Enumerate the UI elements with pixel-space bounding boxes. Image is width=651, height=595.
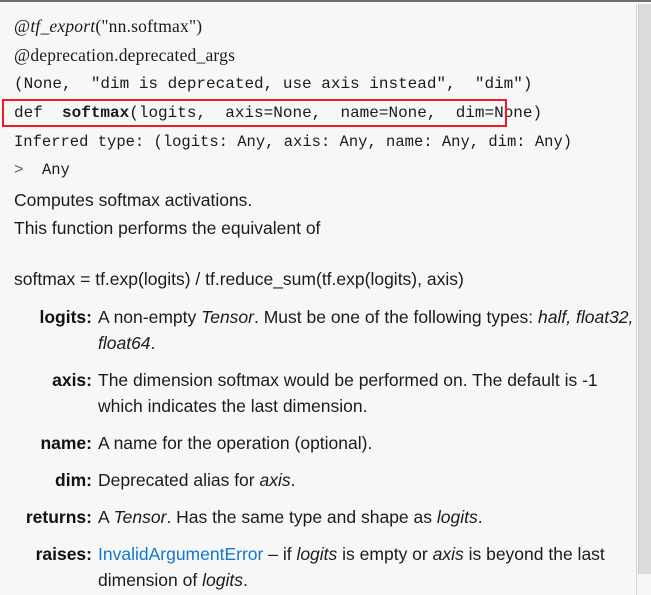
invalid-argument-error-link[interactable]: InvalidArgumentError xyxy=(98,544,263,564)
param-row-axis: axis: The dimension softmax would be per… xyxy=(0,367,637,419)
param-desc-name: A name for the operation (optional). xyxy=(98,433,373,453)
param-row-logits: logits: A non-empty Tensor. Must be one … xyxy=(0,304,637,356)
param-desc-logits-part1: A non-empty xyxy=(98,307,202,327)
decorator-tf-export-args: ("nn.softmax") xyxy=(95,16,203,36)
param-row-name: name: A name for the operation (optional… xyxy=(0,430,637,456)
param-desc-returns-part3: . xyxy=(477,507,483,527)
param-desc-raises-italic1: logits xyxy=(296,544,338,564)
param-row-dim: dim: Deprecated alias for axis. xyxy=(0,467,637,493)
param-desc-returns-italic1: Tensor xyxy=(113,507,167,527)
parameter-list: logits: A non-empty Tensor. Must be one … xyxy=(0,304,637,593)
param-desc-axis: The dimension softmax would be performed… xyxy=(98,370,598,416)
inferred-type-line: Inferred type: (logits: Any, axis: Any, … xyxy=(14,133,573,151)
param-desc-returns-part2: . Has the same type and shape as xyxy=(166,507,437,527)
param-desc-raises-part2: is empty or xyxy=(337,544,433,564)
decorator-tf-export-name: tf_export xyxy=(30,16,96,36)
decorator-deprecation-args-line: (None, "dim is deprecated, use axis inst… xyxy=(14,75,533,93)
documentation-popup: @tf_export("nn.softmax") @deprecation.de… xyxy=(0,0,651,595)
param-label-raises: raises: xyxy=(35,544,92,564)
decorator-deprecation-line: @deprecation.deprecated_args xyxy=(14,45,236,65)
param-label-returns: returns: xyxy=(25,507,92,527)
param-desc-dim-part2: . xyxy=(290,470,296,490)
return-type-value: Any xyxy=(41,161,70,179)
vertical-scrollbar[interactable] xyxy=(637,4,651,595)
param-label-dim: dim: xyxy=(55,470,92,490)
description-line-1: Computes softmax activations. xyxy=(14,190,253,210)
def-spacer xyxy=(43,104,62,122)
description-line-2: This function performs the equivalent of xyxy=(14,218,321,238)
def-parameter-list: (logits, axis=None, name=None, dim=None) xyxy=(129,104,543,122)
def-function-name: softmax xyxy=(62,104,130,122)
param-row-raises: raises: InvalidArgumentError – if logits… xyxy=(0,541,637,593)
def-keyword: def xyxy=(14,104,43,122)
param-desc-logits: A non-empty Tensor. Must be one of the f… xyxy=(92,304,637,356)
scrollbar-track[interactable] xyxy=(638,4,651,574)
doc-content: @tf_export("nn.softmax") @deprecation.de… xyxy=(0,4,637,593)
decorator-at-symbol: @ xyxy=(14,16,31,36)
param-label-axis: axis: xyxy=(52,370,92,390)
param-desc-raises-part1: – if xyxy=(263,544,297,564)
param-desc-returns: A Tensor. Has the same type and shape as… xyxy=(92,504,637,530)
def-signature-line: def softmax(logits, axis=None, name=None… xyxy=(14,99,637,128)
chevron-right-icon[interactable]: > xyxy=(14,161,23,178)
param-row-returns: returns: A Tensor. Has the same type and… xyxy=(0,504,637,530)
param-desc-raises-italic3: logits xyxy=(202,570,243,590)
param-desc-logits-italic1: Tensor xyxy=(201,307,254,327)
param-desc-raises: InvalidArgumentError – if logits is empt… xyxy=(92,541,637,593)
def-line-wrapper: def softmax(logits, axis=None, name=None… xyxy=(2,99,637,128)
param-label-logits: logits: xyxy=(39,307,93,327)
param-desc-raises-italic2: axis xyxy=(432,544,464,564)
param-desc-returns-italic2: logits xyxy=(436,507,478,527)
param-desc-logits-part2: . Must be one of the following types: xyxy=(253,307,539,327)
param-desc-raises-part4: . xyxy=(242,570,248,590)
param-desc-logits-part3: . xyxy=(150,333,156,353)
param-desc-dim: Deprecated alias for axis. xyxy=(92,467,637,493)
param-desc-dim-part1: Deprecated alias for xyxy=(98,470,260,490)
doc-scroll-viewport[interactable]: @tf_export("nn.softmax") @deprecation.de… xyxy=(0,4,637,595)
param-desc-dim-italic1: axis xyxy=(259,470,291,490)
return-type-line: > Any xyxy=(0,157,637,183)
param-desc-returns-part1: A xyxy=(98,507,114,527)
param-label-name: name: xyxy=(40,433,92,453)
return-type-spacer xyxy=(23,161,42,179)
function-signature-block: @tf_export("nn.softmax") @deprecation.de… xyxy=(0,12,637,128)
softmax-formula: softmax = tf.exp(logits) / tf.reduce_sum… xyxy=(14,269,464,289)
decorator-tf-export-line: @tf_export("nn.softmax") xyxy=(14,12,637,41)
